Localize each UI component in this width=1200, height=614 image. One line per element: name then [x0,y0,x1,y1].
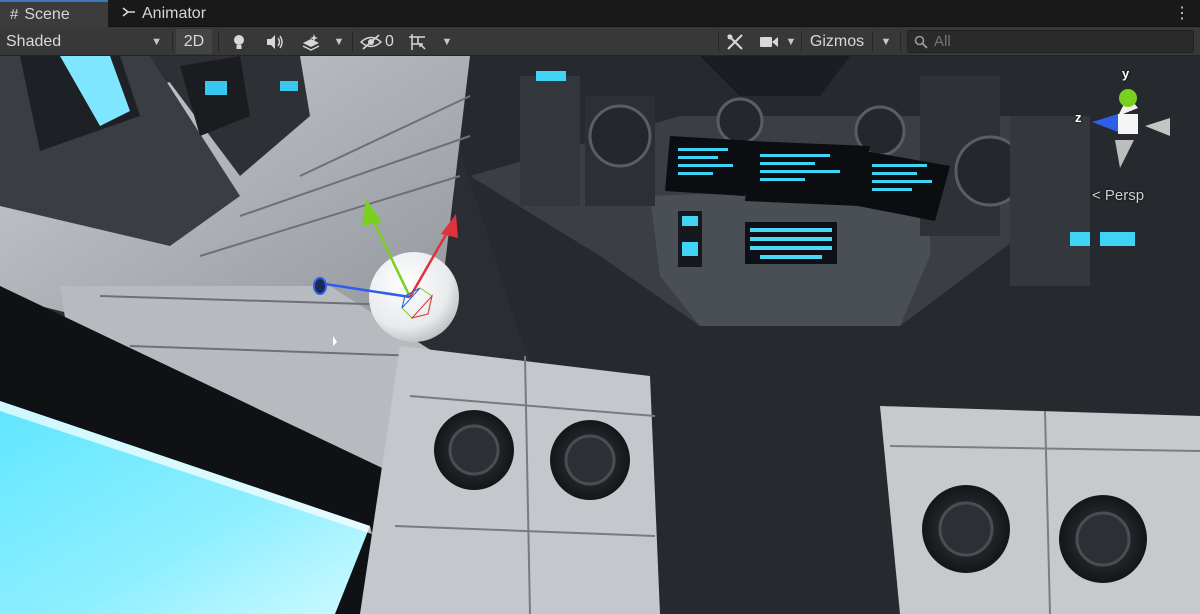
gizmo-z-label: z [1075,110,1082,125]
tab-scene[interactable]: # Scene [0,0,108,27]
divider [718,31,719,52]
chevron-down-icon: ▼ [441,35,453,48]
tab-scene-label: Scene [24,5,70,23]
scene-viewport[interactable]: y z < Persp [0,56,1200,614]
divider [872,31,873,52]
gizmo-y-label: y [1122,66,1130,81]
camera-icon [760,36,778,47]
camera-dropdown[interactable]: ▼ [782,29,800,54]
chevron-down-icon: ▼ [785,35,797,48]
search-input[interactable] [934,33,1174,50]
scene-toolbar: Shaded ▼ 2D ▼ 0 ▼ ▼ Gizmos ▼ [0,27,1200,56]
lightbulb-icon [234,34,244,49]
chevron-down-icon: ▼ [333,35,345,48]
divider [900,31,901,52]
chevron-down-icon: ▼ [880,35,892,48]
scene-render [0,56,1200,614]
eye-hidden-icon [360,33,383,50]
gizmos-button[interactable]: Gizmos [805,29,869,54]
grid-snap-icon [409,33,426,50]
lighting-toggle-button[interactable] [224,29,254,54]
scene-tools-button[interactable] [720,29,750,54]
shading-mode-label: Shaded [6,32,62,50]
more-options-icon[interactable]: ⋮ [1174,3,1190,23]
tools-icon [727,33,743,50]
animator-icon [122,5,136,23]
shading-mode-dropdown[interactable]: Shaded ▼ [0,29,168,54]
tab-bar: # Scene Animator ⋮ [0,0,1200,27]
tab-animator[interactable]: Animator [114,0,224,27]
grid-snap-button[interactable] [402,29,432,54]
audio-toggle-button[interactable] [260,29,290,54]
camera-settings-button[interactable] [754,29,784,54]
divider [172,31,173,52]
grid-dropdown[interactable]: ▼ [438,29,456,54]
divider [352,31,353,52]
search-field[interactable] [907,30,1194,53]
effects-dropdown[interactable]: ▼ [330,29,348,54]
scene-visibility-button[interactable]: 0 [356,29,398,54]
search-icon [914,35,928,49]
tab-animator-label: Animator [142,4,207,22]
gizmos-dropdown[interactable]: ▼ [876,29,896,54]
layers-effects-icon [302,33,320,51]
grid-icon: # [10,6,19,23]
hidden-count: 0 [385,32,394,50]
speaker-icon [267,34,283,49]
effects-toggle-button[interactable] [296,29,326,54]
projection-toggle[interactable]: < Persp [1092,187,1144,204]
divider [801,31,802,52]
chevron-down-icon: ▼ [151,35,162,48]
divider [218,31,219,52]
toggle-2d-button[interactable]: 2D [176,29,212,54]
